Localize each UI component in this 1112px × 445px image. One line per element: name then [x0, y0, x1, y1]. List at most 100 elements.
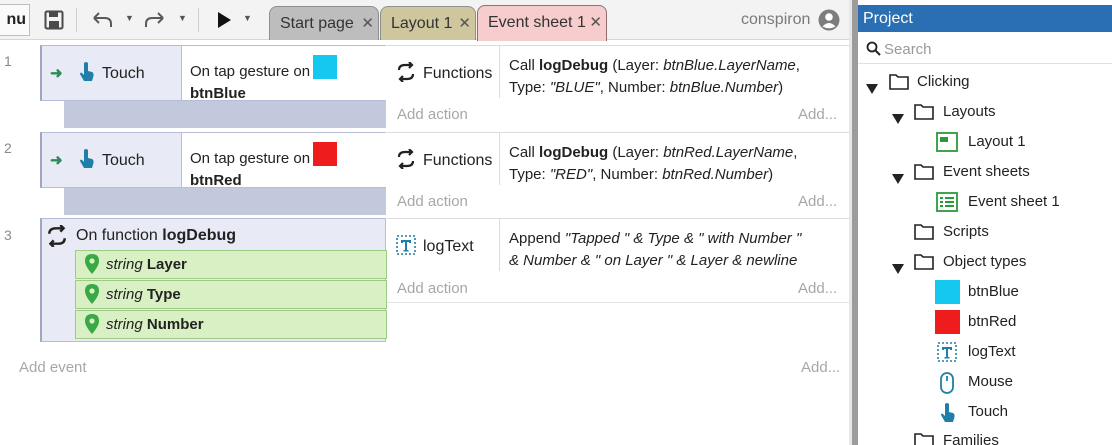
blue-swatch-icon — [313, 55, 338, 79]
tree-label: Scripts — [943, 223, 989, 240]
tab-layout-1[interactable]: Layout 1 ✕ — [380, 6, 476, 40]
construct-editor: nu ▼ ▼ ▼ Start page ✕ Layout 1 ✕ Event s… — [0, 0, 1112, 445]
folder-icon — [914, 102, 934, 129]
tree-item-logtext[interactable]: logText — [858, 339, 1112, 365]
close-icon[interactable]: ✕ — [589, 6, 602, 40]
action-object-label: Functions — [423, 65, 493, 82]
event-2-condition[interactable]: ➜ Touch On tap gesture on btnRed — [40, 132, 386, 189]
sub-event-bar[interactable] — [64, 188, 386, 215]
sub-event-bar[interactable] — [64, 101, 386, 128]
user-name[interactable]: conspiron — [741, 11, 810, 29]
parameter-text: string Number — [106, 311, 204, 338]
tab-start-page[interactable]: Start page ✕ — [269, 6, 379, 40]
action-text[interactable]: Call logDebug (Layer: btnBlue.LayerName,… — [501, 46, 800, 98]
save-icon[interactable] — [42, 8, 66, 32]
parameter-name: Number — [146, 316, 204, 333]
action-object-cell[interactable]: logText — [387, 219, 500, 271]
action-text[interactable]: Append "Tapped " & Type & " with Number … — [501, 219, 801, 271]
project-search — [858, 34, 1112, 64]
toolbar-separator — [198, 8, 199, 32]
action-number-value: btnRed.Number — [662, 166, 769, 183]
event-sheet-icon — [936, 192, 958, 221]
action-param-value: btnRed.LayerName — [663, 144, 794, 161]
tree-label: Clicking — [917, 73, 970, 90]
action-expression: & Number & " on Layer " & Layer & newlin… — [509, 252, 798, 269]
event-1-condition[interactable]: ➜ Touch On tap gesture on btnBlue — [40, 45, 386, 102]
action-object-label: Functions — [423, 152, 493, 169]
undo-icon[interactable] — [90, 8, 114, 32]
condition-object-label: Touch — [102, 152, 145, 169]
action-verb: Append — [509, 230, 565, 247]
parameter-pin-icon — [85, 284, 99, 313]
tree-label: Event sheet 1 — [968, 193, 1060, 210]
add-more-link[interactable]: Add... — [798, 106, 837, 123]
condition-object-cell[interactable]: ➜ Touch — [42, 133, 182, 187]
toolbar-separator — [76, 8, 77, 32]
condition-text[interactable]: On tap gesture on btnRed — [182, 133, 386, 189]
trigger-arrow-icon: ➜ — [50, 65, 63, 82]
tab-label: Layout 1 — [391, 15, 453, 32]
add-action-link[interactable]: Add action — [397, 106, 468, 123]
tree-label: logText — [968, 343, 1016, 360]
tree-item-touch[interactable]: Touch — [858, 399, 1112, 425]
function-prefix: On function — [76, 227, 163, 244]
action-expression: "Tapped " & Type & " with Number " — [564, 230, 802, 247]
undo-dropdown-icon[interactable]: ▼ — [125, 13, 134, 23]
add-action-link[interactable]: Add action — [397, 280, 468, 297]
red-swatch-icon — [313, 142, 338, 166]
action-object-cell[interactable]: Functions — [387, 133, 500, 185]
function-event-action[interactable]: logText Append "Tapped " & Type & " with… — [387, 218, 849, 271]
action-object-cell[interactable]: Functions — [387, 46, 500, 98]
condition-prefix: On tap gesture on — [190, 63, 311, 80]
action-type-label: Type: — [509, 166, 550, 183]
tree-item-mouse[interactable]: Mouse — [858, 369, 1112, 395]
add-more-link[interactable]: Add... — [801, 359, 840, 376]
close-icon[interactable]: ✕ — [458, 7, 471, 41]
function-param[interactable]: string Number — [75, 310, 387, 339]
tree-item-event-sheet-1[interactable]: Event sheet 1 — [858, 189, 1112, 215]
search-input[interactable] — [884, 38, 1104, 60]
function-event-condition[interactable]: On function logDebug string Layer string… — [40, 218, 387, 342]
tree-item-layout-1[interactable]: Layout 1 — [858, 129, 1112, 155]
condition-object-cell[interactable]: ➜ Touch — [42, 46, 182, 100]
action-call: Call — [509, 144, 540, 161]
action-punct: ) — [768, 166, 774, 183]
play-icon[interactable] — [212, 8, 236, 32]
add-action-link[interactable]: Add action — [397, 193, 468, 210]
function-header[interactable]: On function logDebug — [46, 224, 236, 252]
action-type-value: "RED" — [549, 166, 593, 183]
tree-item-btnred[interactable]: btnRed — [858, 309, 1112, 335]
event-2-action[interactable]: Functions Call logDebug (Layer: btnRed.L… — [387, 132, 849, 185]
tree-item-event-sheets[interactable]: Event sheets — [858, 159, 1112, 185]
add-more-link[interactable]: Add... — [798, 280, 837, 297]
tree-item-btnblue[interactable]: btnBlue — [858, 279, 1112, 305]
tree-item-families[interactable]: Families — [858, 428, 1112, 445]
user-avatar-icon[interactable] — [818, 9, 840, 35]
row-divider — [387, 302, 849, 303]
play-dropdown-icon[interactable]: ▼ — [243, 13, 252, 23]
tree-item-layouts[interactable]: Layouts — [858, 99, 1112, 125]
tab-event-sheet-1[interactable]: Event sheet 1 ✕ — [477, 5, 607, 41]
folder-icon — [889, 72, 909, 99]
event-1-action[interactable]: Functions Call logDebug (Layer: btnBlue.… — [387, 45, 849, 98]
function-name: logDebug — [162, 227, 237, 244]
tree-item-clicking[interactable]: Clicking — [858, 69, 1112, 95]
touch-icon — [78, 61, 96, 87]
main-menu-button[interactable]: nu — [0, 4, 30, 36]
add-more-link[interactable]: Add... — [798, 193, 837, 210]
add-event-link[interactable]: Add event — [19, 359, 87, 376]
redo-dropdown-icon[interactable]: ▼ — [178, 13, 187, 23]
condition-text[interactable]: On tap gesture on btnBlue — [182, 46, 386, 102]
function-param[interactable]: string Layer — [75, 250, 387, 279]
layout-icon — [936, 132, 958, 161]
parameter-type: string — [106, 256, 143, 273]
folder-icon — [914, 162, 934, 189]
action-params: (Layer: — [608, 144, 664, 161]
function-param[interactable]: string Type — [75, 280, 387, 309]
tree-item-object-types[interactable]: Object types — [858, 249, 1112, 275]
tree-item-scripts[interactable]: Scripts — [858, 219, 1112, 245]
close-icon[interactable]: ✕ — [361, 7, 374, 41]
event-sheet: 1 ➜ Touch On tap gesture on btnBlue Func… — [0, 41, 852, 445]
action-text[interactable]: Call logDebug (Layer: btnRed.LayerName, … — [501, 133, 797, 185]
redo-icon[interactable] — [143, 8, 167, 32]
